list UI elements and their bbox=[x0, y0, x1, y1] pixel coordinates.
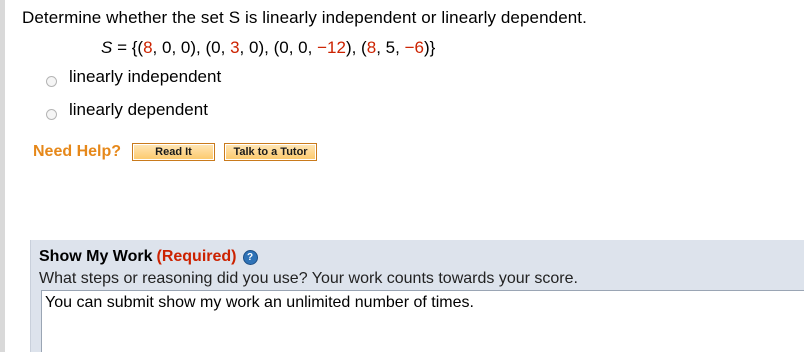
show-my-work-placeholder: You can submit show my work an unlimited… bbox=[45, 294, 474, 311]
option-linearly-independent[interactable]: linearly independent bbox=[46, 66, 221, 88]
v4-y: 5 bbox=[385, 38, 396, 57]
v4-z: −6 bbox=[404, 38, 424, 57]
help-icon[interactable]: ? bbox=[242, 249, 258, 265]
radio-independent[interactable] bbox=[46, 75, 57, 87]
radio-dependent[interactable] bbox=[46, 108, 57, 120]
question-text: Determine whether the set S is linearly … bbox=[22, 8, 587, 27]
show-my-work-title: Show My Work (Required) ? bbox=[39, 248, 258, 266]
v1-z: 0 bbox=[180, 38, 191, 57]
v1-y: 0 bbox=[161, 38, 172, 57]
show-my-work-panel: Show My Work (Required) ? What steps or … bbox=[30, 240, 804, 352]
v2-y: 3 bbox=[230, 38, 240, 57]
show-my-work-textbox[interactable]: You can submit show my work an unlimited… bbox=[41, 290, 804, 352]
set-symbol: S bbox=[101, 38, 113, 57]
required-label: (Required) bbox=[156, 248, 237, 265]
v1-x: 8 bbox=[143, 38, 153, 57]
v3-x: 0 bbox=[279, 38, 289, 57]
v2-x: 0 bbox=[211, 38, 221, 57]
talk-to-tutor-button[interactable]: Talk to a Tutor bbox=[224, 143, 318, 161]
option-label: linearly independent bbox=[69, 67, 222, 86]
read-it-button[interactable]: Read It bbox=[132, 143, 216, 161]
v3-y: 0 bbox=[298, 38, 308, 57]
show-my-work-heading: Show My Work bbox=[39, 248, 153, 265]
option-linearly-dependent[interactable]: linearly dependent bbox=[46, 99, 208, 121]
option-label: linearly dependent bbox=[69, 100, 208, 119]
v4-x: 8 bbox=[366, 38, 377, 57]
help-row: Need Help? Read It Talk to a Tutor bbox=[33, 143, 326, 161]
need-help-label: Need Help? bbox=[33, 143, 122, 160]
left-margin-rule bbox=[0, 0, 5, 352]
set-expression: S = {(8, 0, 0), (0, 3, 0), (0, 0, −12), … bbox=[101, 38, 436, 57]
show-my-work-instructions: What steps or reasoning did you use? You… bbox=[39, 270, 578, 287]
set-open: = {( bbox=[112, 38, 144, 57]
v3-z: −12 bbox=[317, 38, 346, 57]
v2-z: 0 bbox=[249, 38, 259, 57]
